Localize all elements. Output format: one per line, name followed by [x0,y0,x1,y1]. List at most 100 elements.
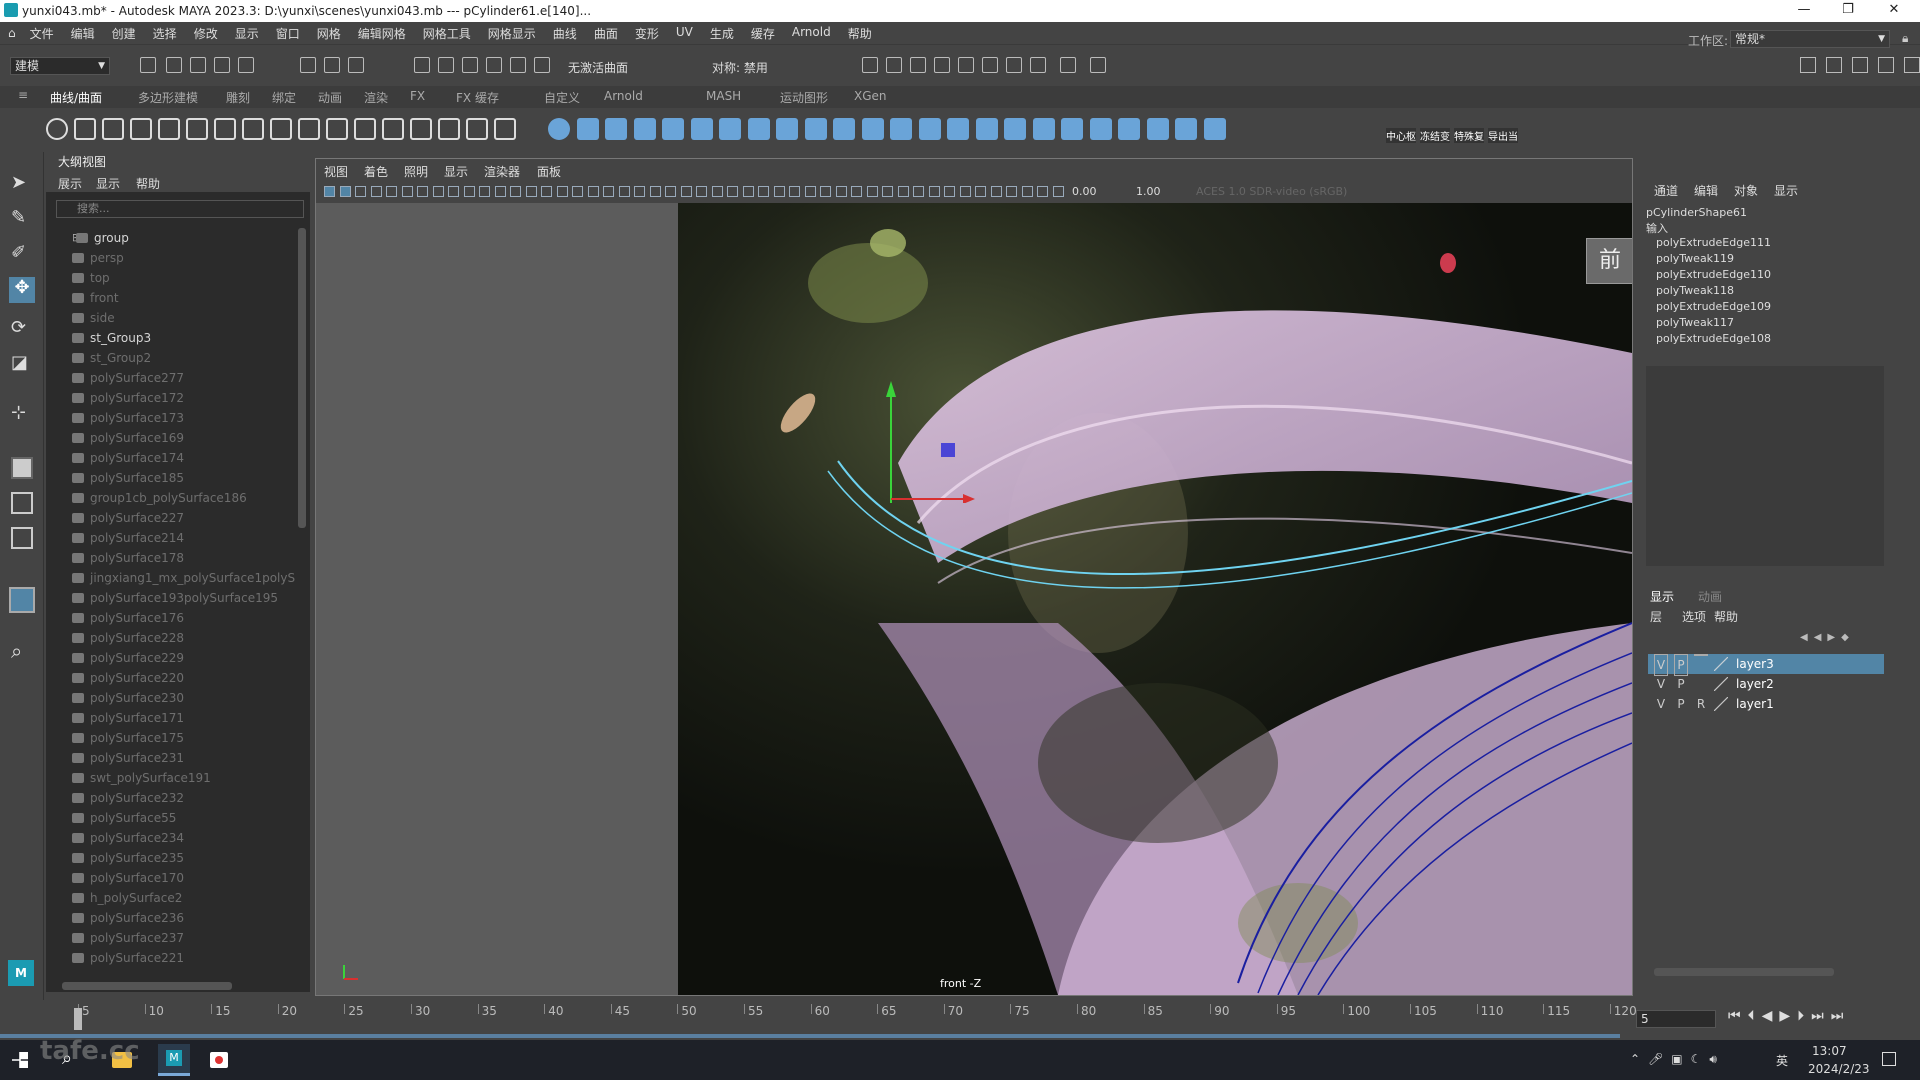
viewport-tool-icon[interactable] [572,186,583,197]
layer-menu-2[interactable]: 帮助 [1714,608,1738,625]
poly-tool-icon[interactable] [1203,118,1226,140]
viewport-tool-icon[interactable] [851,186,862,197]
toolbar-tool-icon[interactable] [1090,57,1106,73]
poly-tool-icon[interactable] [1175,118,1197,140]
toolbar-tool-icon[interactable] [414,57,430,73]
viewport-tool-icon[interactable] [665,186,676,197]
menu-item-6[interactable]: 窗口 [276,25,300,42]
layer-row[interactable]: V Player3 [1648,654,1884,676]
paint-select-icon[interactable]: ✐ [11,242,33,264]
poly-tool-icon[interactable] [1032,118,1055,140]
visibility-toggle[interactable]: V [1654,674,1668,694]
outliner-item[interactable]: group1cb_polySurface186 [46,488,296,508]
viewport-tool-icon[interactable] [649,186,661,197]
input-node[interactable]: polyTweak119 [1656,252,1876,268]
outliner-item[interactable]: st_Group2 [46,348,296,368]
menu-item-2[interactable]: 创建 [112,25,136,42]
viewport-tool-icon[interactable] [804,186,816,197]
viewport-tool-icon[interactable] [835,186,847,197]
value-a-field[interactable]: 0.00 [1072,185,1097,198]
layer-color-swatch[interactable] [1714,697,1728,711]
visibility-toggle[interactable]: V [1654,694,1668,714]
poly-tool-icon[interactable] [548,118,570,140]
viewport-tool-icon[interactable] [494,186,506,197]
outliner-hscrollbar[interactable] [62,982,232,990]
visibility-toggle[interactable]: V [1654,654,1668,676]
menu-item-17[interactable]: Arnold [792,25,831,42]
toolbar-tool-icon[interactable] [1060,57,1076,73]
poly-tool-icon[interactable] [890,118,912,140]
curve-tool-icon[interactable] [74,118,96,140]
toolbar-tool-icon[interactable] [934,57,950,73]
poly-tool-icon[interactable] [690,118,713,140]
two-view-icon[interactable] [11,527,33,549]
menu-item-12[interactable]: 曲面 [594,25,618,42]
outliner-item[interactable]: polySurface221 [46,948,296,968]
close-window-button[interactable]: ✕ [1872,0,1916,22]
move-tool-icon[interactable]: ✥ [9,277,35,303]
scale-tool-icon[interactable]: ◪ [11,352,33,374]
toolbar-tool-icon[interactable] [486,57,502,73]
layer-color-swatch[interactable] [1714,657,1728,671]
viewport-tool-icon[interactable] [882,186,893,197]
outliner-item[interactable]: jingxiang1_mx_polySurface1polyS [46,568,296,588]
outliner-item[interactable]: side [46,308,296,328]
outliner-item[interactable]: polySurface175 [46,728,296,748]
clock-time[interactable]: 13:07 [1812,1044,1847,1058]
layer-menu-0[interactable]: 层 [1650,608,1662,625]
time-slider[interactable]: 5 10 15 20 25 30 35 40 45 50 55 60 65 70 75 80 85 90 95 100… [0,1000,1637,1040]
outliner-item[interactable]: polySurface171 [46,708,296,728]
outliner-item[interactable]: polySurface185 [46,468,296,488]
ime-indicator[interactable]: 英 [1776,1052,1788,1069]
poly-tool-icon[interactable] [747,118,770,140]
outliner-item[interactable]: polySurface236 [46,908,296,928]
shelf-tab-9[interactable]: Arnold [604,89,643,103]
playback-controls[interactable]: ⏮⏴◀▶⏵⏭⏭ [1728,1008,1914,1030]
viewport-tool-icon[interactable] [510,186,521,197]
viewport-tool-icon[interactable] [742,186,754,197]
toolbar-tool-icon[interactable] [140,57,156,73]
home-icon[interactable]: ⌂ [8,26,16,40]
menu-item-1[interactable]: 编辑 [71,25,95,42]
curve-tool-icon[interactable] [158,118,180,140]
viewport-tool-icon[interactable] [758,186,769,197]
curve-tool-icon[interactable] [214,118,236,140]
viewport-tool-icon[interactable] [959,186,971,197]
view-cube-face[interactable]: 前 [1586,238,1632,284]
viewport-tool-icon[interactable] [324,186,335,197]
maya-logo-icon[interactable]: M [8,960,34,986]
viewport-tool-icon[interactable] [1021,186,1033,197]
shelf-button-3[interactable]: 导出当 [1488,128,1518,143]
input-node[interactable]: polyTweak118 [1656,284,1876,300]
curve-tool-icon[interactable] [382,118,404,140]
viewport-tool-icon[interactable] [820,186,831,197]
shelf-menu-icon[interactable]: ≡ [18,88,28,102]
menu-item-18[interactable]: 帮助 [848,25,872,42]
layer-tab-1[interactable]: 动画 [1698,588,1722,605]
channel-menu-2[interactable]: 对象 [1734,182,1758,199]
channel-menu-0[interactable]: 通道 [1654,182,1678,199]
minimize-button[interactable]: — [1782,0,1826,22]
outliner-item[interactable]: polySurface169 [46,428,296,448]
outliner-item[interactable]: polySurface231 [46,748,296,768]
viewport-tool-icon[interactable] [432,186,444,197]
poly-tool-icon[interactable] [776,118,798,140]
select-tool-icon[interactable]: ➤ [11,172,33,194]
toolbar-tool-icon[interactable] [214,57,230,73]
outliner-item[interactable]: polySurface227 [46,508,296,528]
channel-menu-1[interactable]: 编辑 [1694,182,1718,199]
poly-tool-icon[interactable] [918,118,941,140]
outliner-item[interactable]: h_polySurface2 [46,888,296,908]
viewport-tool-icon[interactable] [975,186,986,197]
toolbar-tool-icon[interactable] [462,57,478,73]
input-node[interactable]: polyTweak117 [1656,316,1876,332]
outliner-item[interactable]: polySurface214 [46,528,296,548]
lasso-tool-icon[interactable]: ✎ [11,207,33,229]
symmetry-field[interactable]: 对称: 禁用 [712,59,768,76]
viewport-tool-icon[interactable] [711,186,723,197]
channel-menu-3[interactable]: 显示 [1774,182,1798,199]
outliner-item[interactable]: persp [46,248,296,268]
poly-tool-icon[interactable] [947,118,969,140]
playback-toggle[interactable]: P [1674,654,1688,676]
panel-layout-icon[interactable] [1904,57,1920,73]
